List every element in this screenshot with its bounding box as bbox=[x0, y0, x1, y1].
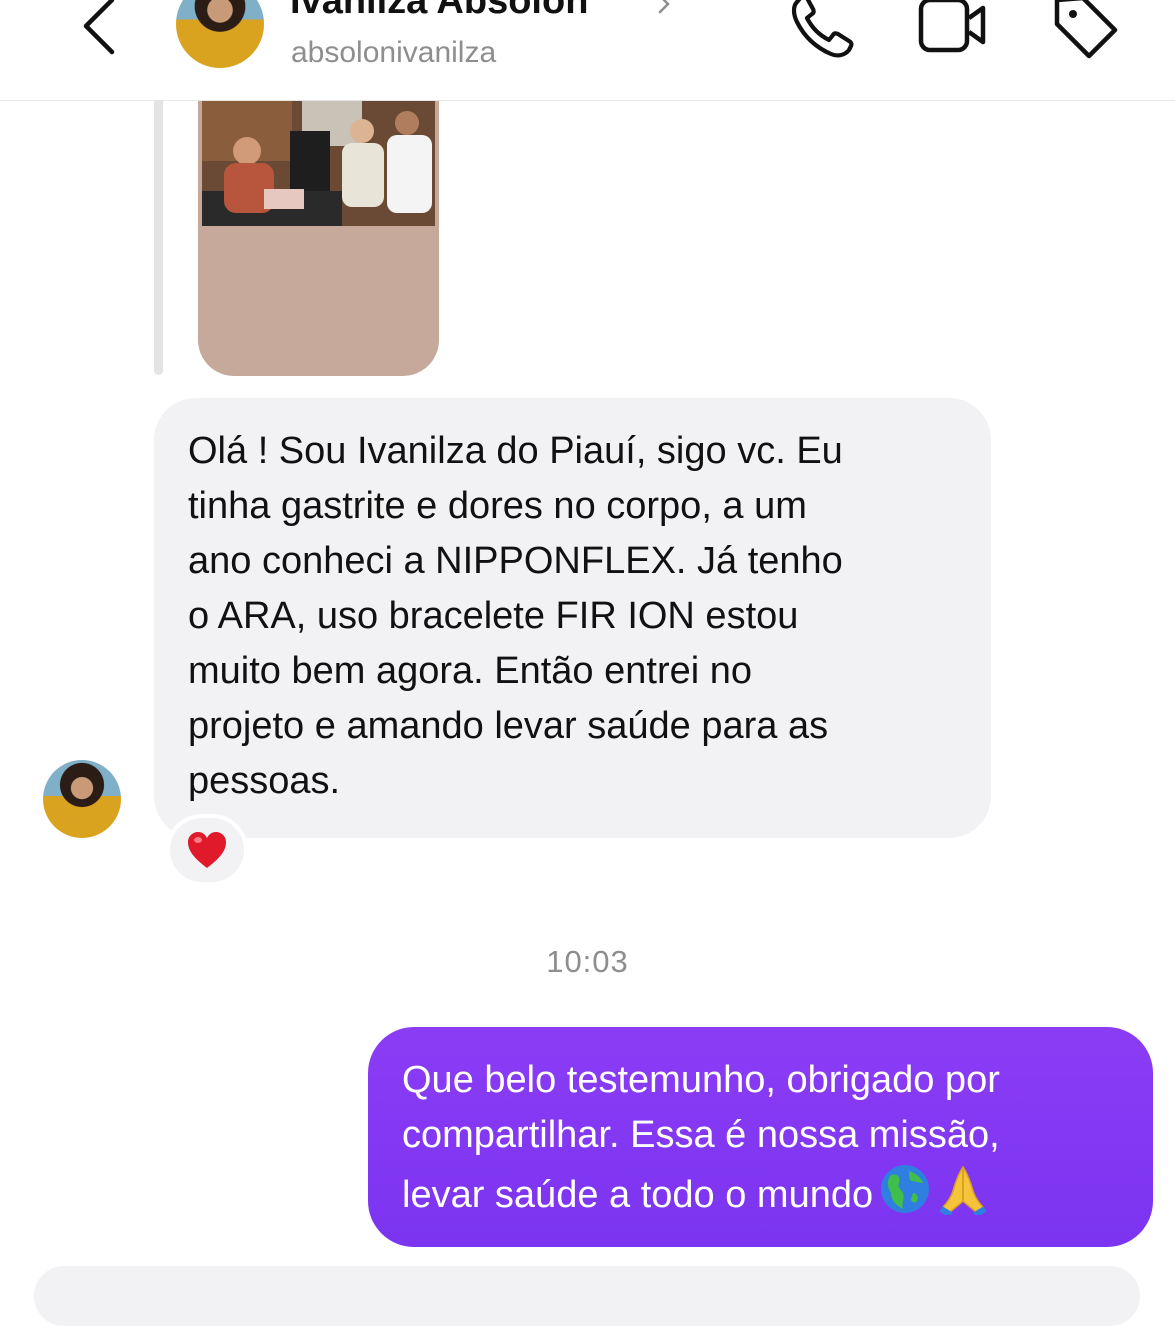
message-timestamp: 10:03 bbox=[546, 944, 629, 979]
shared-post-preview[interactable] bbox=[198, 101, 439, 376]
video-camera-icon[interactable] bbox=[913, 0, 991, 64]
folded-hands-icon bbox=[937, 1163, 989, 1231]
phone-icon[interactable] bbox=[783, 0, 861, 64]
reaction-badge[interactable] bbox=[166, 814, 248, 886]
tag-icon[interactable] bbox=[1045, 0, 1123, 64]
incoming-message[interactable]: Olá ! Sou Ivanilza do Piauí, sigo vc. Eu… bbox=[154, 398, 991, 838]
contact-name[interactable]: Ivanilza Absolon bbox=[290, 0, 588, 23]
contact-avatar[interactable] bbox=[176, 0, 264, 68]
outgoing-message[interactable]: Que belo testemunho, obrigado por compar… bbox=[368, 1027, 1153, 1247]
back-button[interactable] bbox=[70, 0, 130, 66]
chevron-right-icon[interactable] bbox=[652, 0, 676, 16]
chevron-left-icon bbox=[83, 0, 115, 55]
contact-username[interactable]: absolonivanilza bbox=[291, 36, 496, 70]
reply-indicator-bar bbox=[154, 101, 163, 375]
message-composer[interactable] bbox=[34, 1266, 1140, 1326]
globe-americas-icon bbox=[879, 1163, 931, 1231]
heart-icon bbox=[188, 832, 226, 868]
sender-avatar[interactable] bbox=[43, 760, 121, 838]
chat-header: Ivanilza Absolon absolonivanilza bbox=[0, 0, 1175, 101]
shared-photo bbox=[202, 101, 435, 226]
